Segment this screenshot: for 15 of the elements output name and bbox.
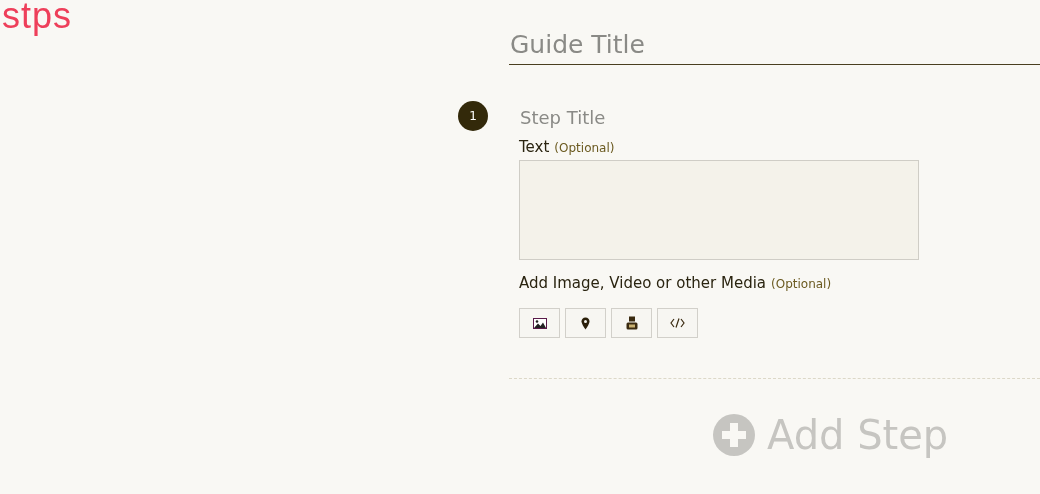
image-icon	[532, 317, 547, 329]
plus-icon	[713, 414, 755, 456]
optional-note: (Optional)	[554, 140, 615, 157]
guide-title-field[interactable]: Guide Title	[509, 24, 1040, 65]
step-title-field[interactable]: Step Title	[519, 103, 919, 131]
media-label: Add Image, Video or other Media	[519, 272, 766, 294]
media-button[interactable]	[565, 308, 606, 338]
media-button[interactable]	[519, 308, 560, 338]
media-button[interactable]	[611, 308, 652, 338]
code-icon	[670, 318, 685, 328]
map-pin-icon	[581, 316, 590, 330]
text-label: Text	[519, 137, 550, 158]
logo: stps	[2, 0, 73, 38]
step-number: 1	[458, 101, 488, 131]
optional-note: (Optional)	[771, 275, 832, 293]
